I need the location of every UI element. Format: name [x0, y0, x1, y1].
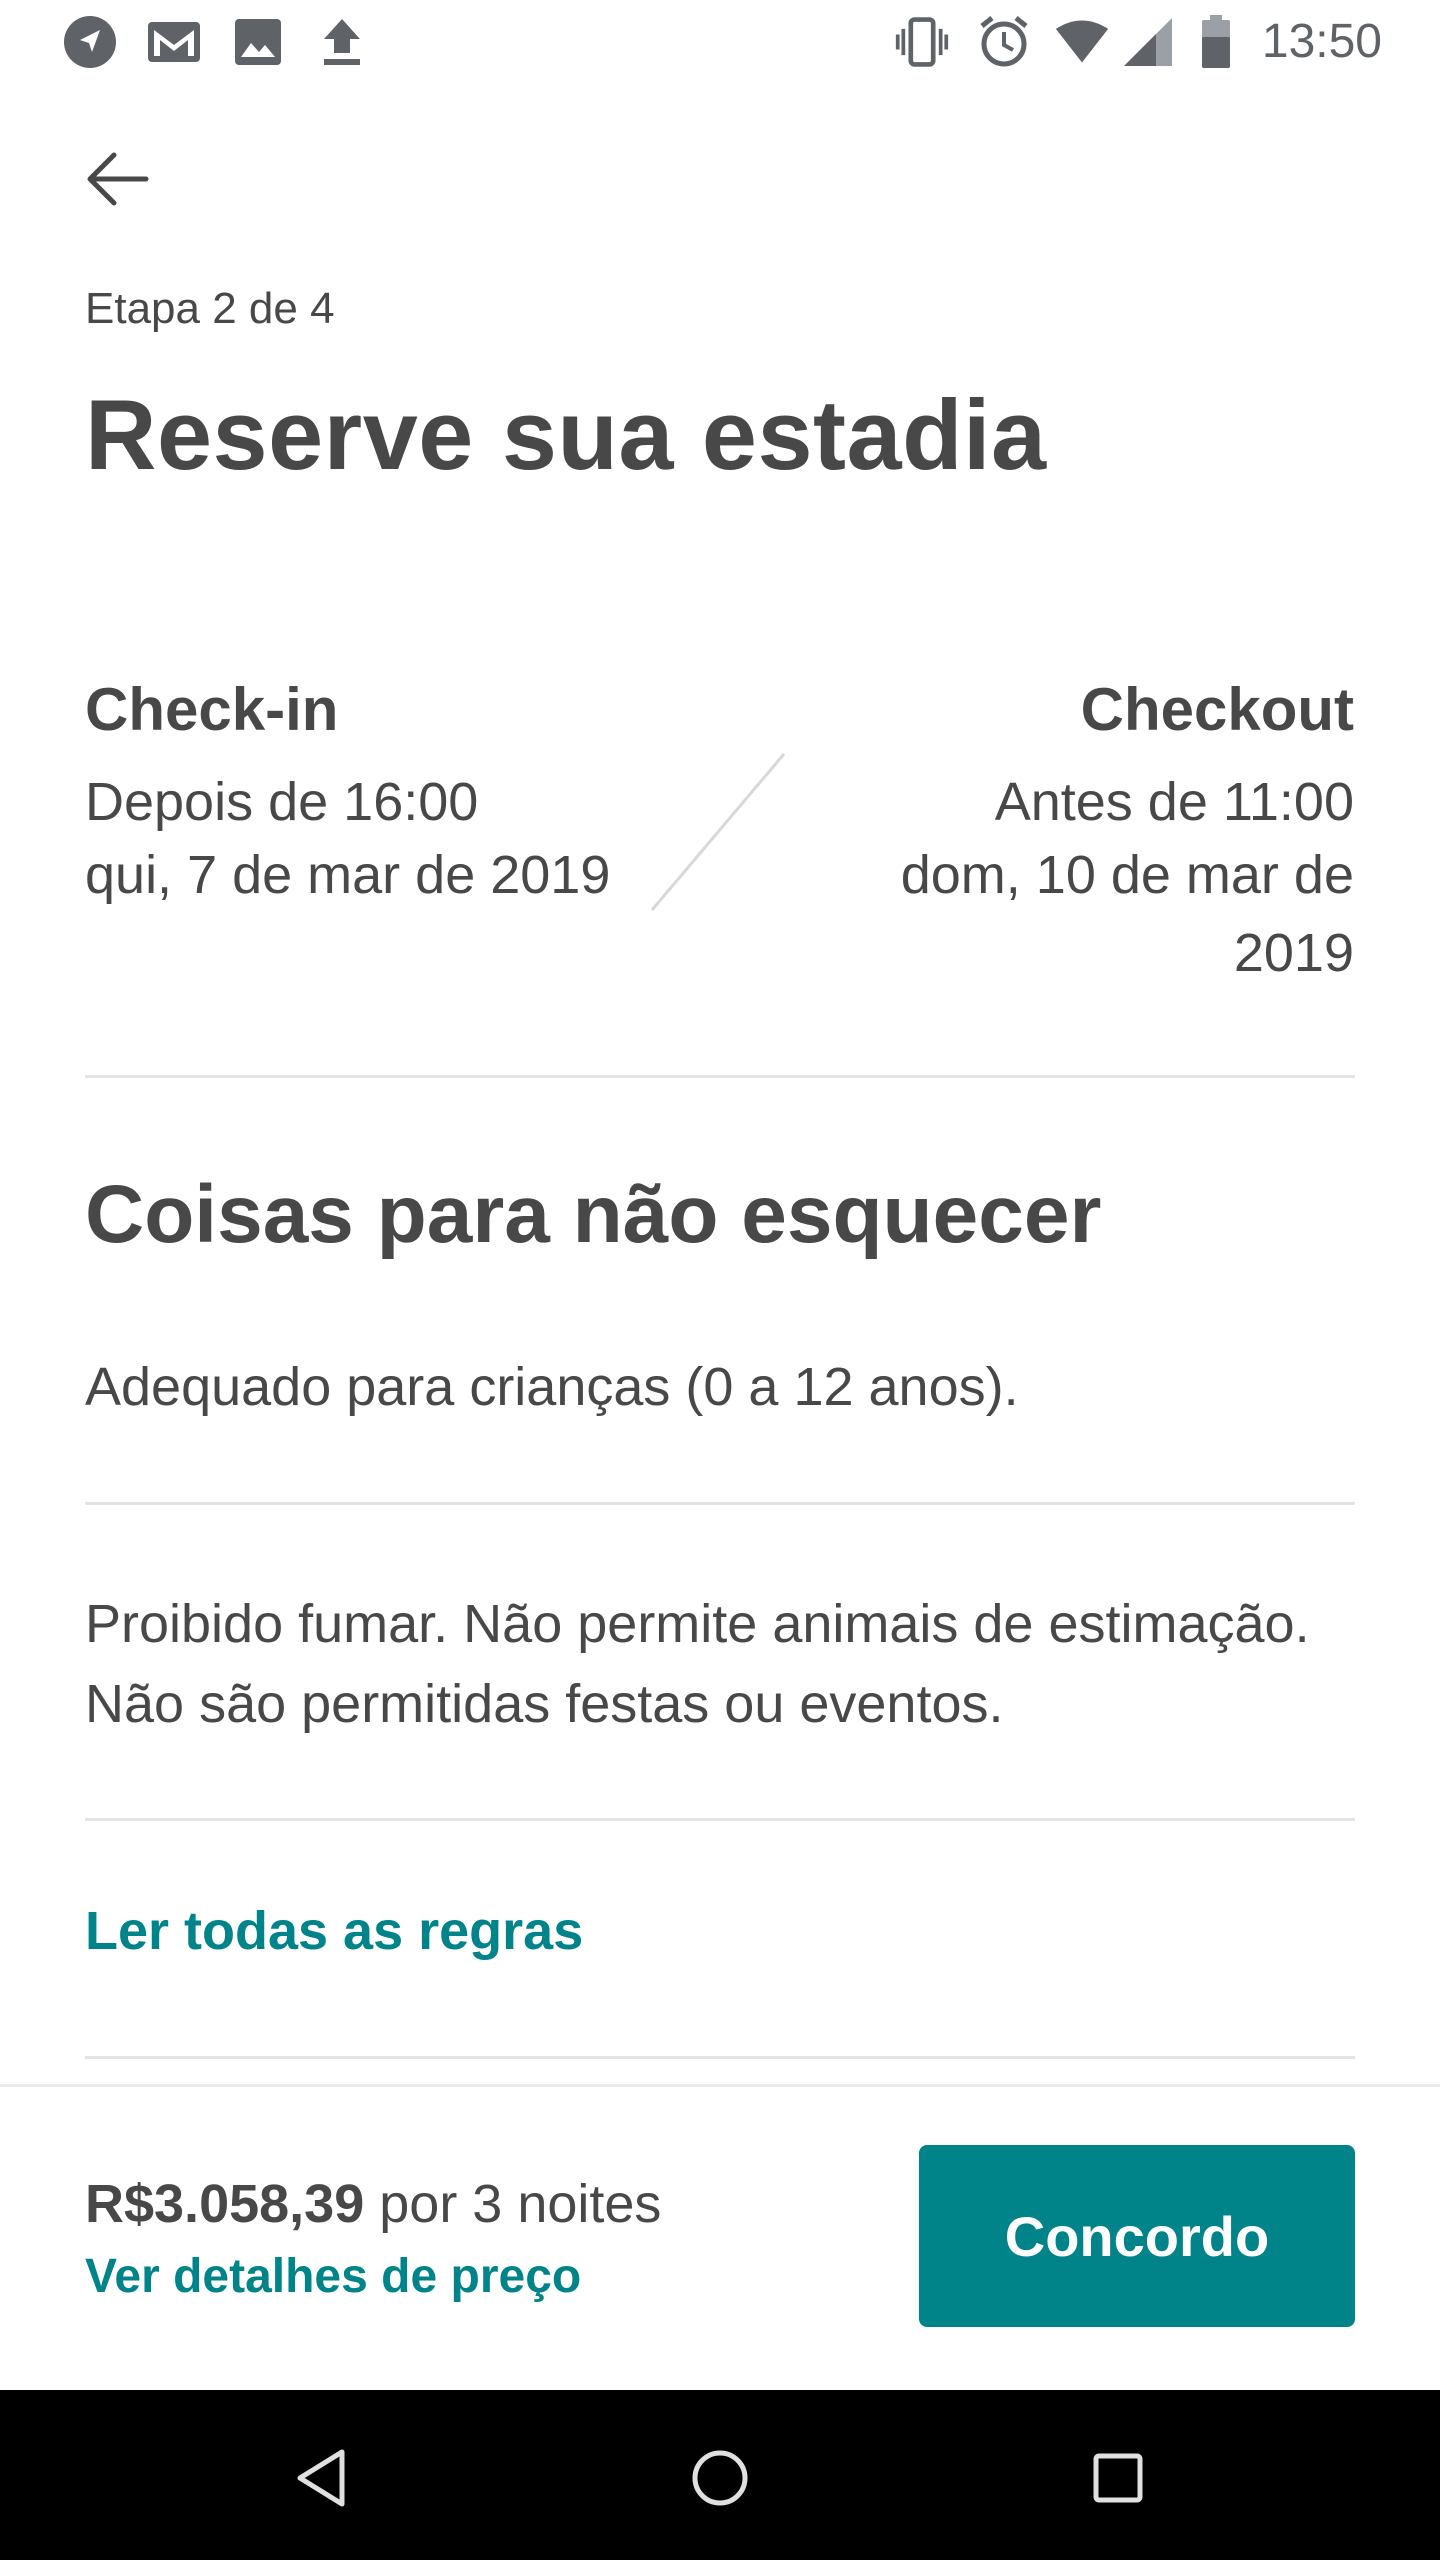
checkin-date: qui, 7 de mar de 2019 — [85, 845, 611, 905]
divider — [85, 1502, 1355, 1505]
status-time: 13:50 — [1261, 15, 1382, 68]
step-indicator: Etapa 2 de 4 — [85, 284, 335, 333]
upload-icon — [314, 14, 370, 70]
vibrate-icon — [894, 14, 950, 70]
checkout-heading: Checkout — [1080, 676, 1354, 743]
divider — [85, 2056, 1355, 2059]
arrow-left-icon — [86, 151, 150, 212]
price-amount: R$3.058,39 — [85, 2174, 365, 2234]
price-suffix: por 3 noites — [379, 2174, 662, 2234]
checkout-date: dom, 10 de mar de 2019 — [900, 845, 1354, 983]
page-title: Reserve sua estadia — [85, 379, 1047, 490]
checkin-heading: Check-in — [85, 676, 339, 743]
rule-item-restrictions: Proibido fumar. Não permite animais de e… — [85, 1594, 1310, 1734]
checkout-time: Antes de 11:00 — [994, 772, 1354, 832]
rules-title: Coisas para não esquecer — [85, 1169, 1102, 1260]
price-details-link[interactable]: Ver detalhes de preço — [85, 2249, 581, 2304]
divider — [85, 1075, 1355, 1078]
battery-icon — [1188, 14, 1244, 70]
price-summary: R$3.058,39 por 3 noites — [85, 2173, 661, 2235]
divider — [85, 1818, 1355, 1821]
image-icon — [230, 14, 286, 70]
agree-button[interactable]: Concordo — [919, 2145, 1355, 2327]
wifi-icon — [1054, 14, 1110, 70]
home-circle-icon[interactable] — [672, 2430, 768, 2526]
navigation-icon — [62, 14, 118, 70]
alarm-icon — [976, 14, 1032, 70]
checkin-time: Depois de 16:00 — [85, 772, 479, 832]
status-bar: 13:50 — [0, 0, 1440, 84]
checkin-block: Check-in Depois de 16:00 qui, 7 de mar d… — [85, 670, 645, 914]
back-triangle-icon[interactable] — [274, 2430, 370, 2526]
booking-footer: R$3.058,39 por 3 noites Ver detalhes de … — [0, 2084, 1440, 2393]
read-all-rules-link[interactable]: Ler todas as regras — [85, 1900, 583, 1962]
back-button[interactable] — [78, 148, 158, 214]
recents-square-icon[interactable] — [1070, 2430, 1166, 2526]
system-nav-bar — [0, 2390, 1440, 2560]
signal-icon — [1120, 14, 1176, 70]
date-divider — [650, 753, 786, 911]
gmail-icon — [146, 14, 202, 70]
rule-item-children: Adequado para crianças (0 a 12 anos). — [85, 1357, 1019, 1417]
checkout-block: Checkout Antes de 11:00 dom, 10 de mar d… — [794, 670, 1354, 992]
